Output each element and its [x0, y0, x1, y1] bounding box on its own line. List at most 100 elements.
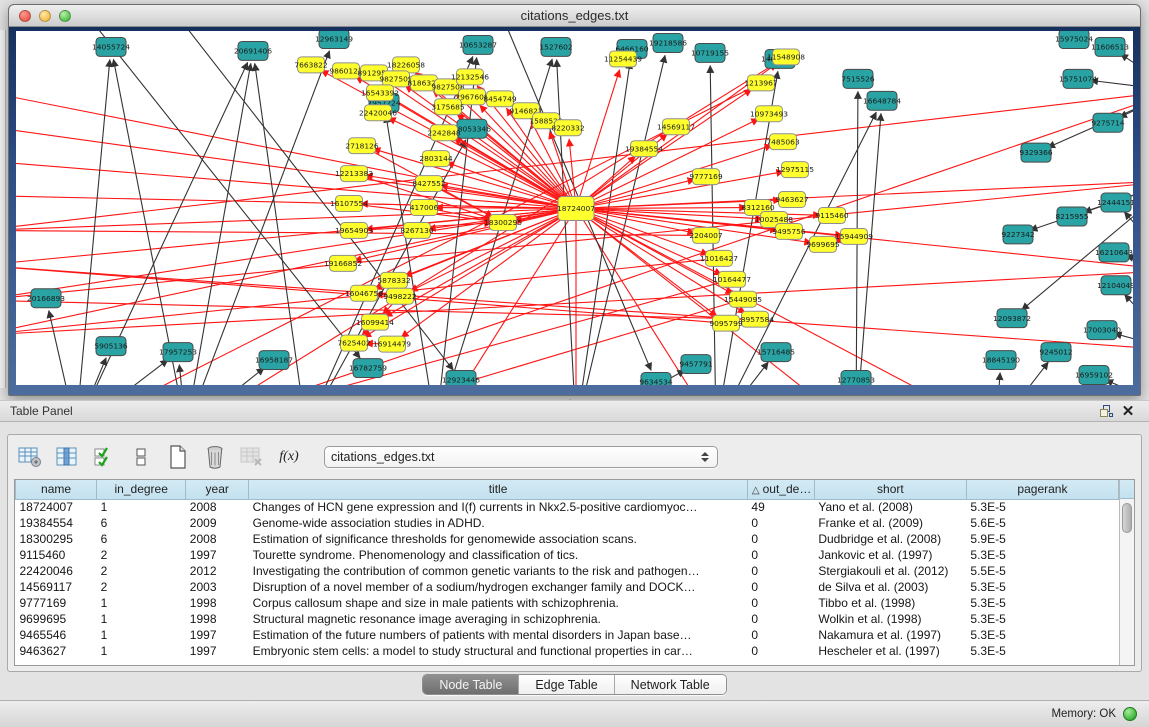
delete-column-button[interactable] — [201, 444, 229, 470]
table-cell[interactable]: 5.5E-5 — [966, 563, 1118, 579]
table-row[interactable]: 946362711997Embryonic stem cells: a mode… — [16, 643, 1119, 659]
table-cell[interactable]: 6 — [97, 515, 186, 531]
table-cell[interactable]: 2012 — [186, 563, 249, 579]
table-cell[interactable]: Tourette syndrome. Phenomenology and cla… — [249, 547, 748, 563]
zoom-window-icon[interactable] — [59, 10, 71, 22]
table-cell[interactable]: 0 — [747, 611, 814, 627]
table-row[interactable]: 946554611997Estimation of the future num… — [16, 627, 1119, 643]
table-cell[interactable]: de Silva et al. (2003) — [814, 579, 966, 595]
table-cell[interactable]: Genome-wide association studies in ADHD. — [249, 515, 748, 531]
table-cell[interactable]: Hescheler et al. (1997) — [814, 643, 966, 659]
table-cell[interactable]: 1997 — [186, 627, 249, 643]
float-panel-button[interactable] — [1095, 402, 1117, 420]
table-cell[interactable]: 1 — [97, 499, 186, 515]
table-cell[interactable]: 2003 — [186, 579, 249, 595]
table-cell[interactable]: Changes of HCN gene expression and I(f) … — [249, 499, 748, 515]
table-cell[interactable]: Franke et al. (2009) — [814, 515, 966, 531]
table-cell[interactable]: 2008 — [186, 531, 249, 547]
table-cell[interactable]: 5.3E-5 — [966, 579, 1118, 595]
delete-table-button[interactable] — [238, 444, 266, 470]
table-cell[interactable]: 5.3E-5 — [966, 627, 1118, 643]
table-cell[interactable]: 49 — [747, 499, 814, 515]
table-cell[interactable]: 5.6E-5 — [966, 515, 1118, 531]
table-cell[interactable]: Wolkin et al. (1998) — [814, 611, 966, 627]
table-cell[interactable]: Yano et al. (2008) — [814, 499, 966, 515]
table-cell[interactable]: Disruption of a novel member of a sodium… — [249, 579, 748, 595]
table-cell[interactable]: Stergiakouli et al. (2012) — [814, 563, 966, 579]
table-cell[interactable]: Jankovic et al. (1997) — [814, 547, 966, 563]
table-cell[interactable]: 9699695 — [16, 611, 97, 627]
table-row[interactable]: 977716911998Corpus callosum shape and si… — [16, 595, 1119, 611]
table-cell[interactable]: 1 — [97, 595, 186, 611]
table-cell[interactable]: 1 — [97, 643, 186, 659]
table-cell[interactable]: 5.9E-5 — [966, 531, 1118, 547]
tab-network-table[interactable]: Network Table — [615, 675, 726, 694]
show-columns-button[interactable] — [53, 444, 81, 470]
table-cell[interactable]: Investigating the contribution of common… — [249, 563, 748, 579]
tab-node-table[interactable]: Node Table — [423, 675, 519, 694]
column-header[interactable]: in_degree — [97, 480, 186, 499]
table-cell[interactable]: 2009 — [186, 515, 249, 531]
table-cell[interactable]: 2 — [97, 579, 186, 595]
window-titlebar[interactable]: citations_edges.txt — [9, 5, 1140, 27]
table-cell[interactable]: 1998 — [186, 595, 249, 611]
table-cell[interactable]: 9463627 — [16, 643, 97, 659]
table-row[interactable]: 1456911722003Disruption of a novel membe… — [16, 579, 1119, 595]
table-row[interactable]: 1938455462009Genome-wide association stu… — [16, 515, 1119, 531]
table-cell[interactable]: 14569117 — [16, 579, 97, 595]
table-cell[interactable]: Structural magnetic resonance image aver… — [249, 611, 748, 627]
close-panel-button[interactable]: ✕ — [1117, 402, 1139, 420]
table-row[interactable]: 911546021997Tourette syndrome. Phenomeno… — [16, 547, 1119, 563]
attribute-table[interactable]: namein_degreeyeartitle△out_de…shortpager… — [15, 480, 1119, 659]
table-selector-dropdown[interactable]: citations_edges.txt — [324, 446, 718, 468]
column-header[interactable]: name — [16, 480, 97, 499]
table-cell[interactable]: 0 — [747, 563, 814, 579]
column-header[interactable]: short — [814, 480, 966, 499]
table-cell[interactable]: 6 — [97, 531, 186, 547]
table-cell[interactable]: 0 — [747, 643, 814, 659]
table-cell[interactable]: Nakamura et al. (1997) — [814, 627, 966, 643]
table-row[interactable]: 969969511998Structural magnetic resonanc… — [16, 611, 1119, 627]
table-row[interactable]: 2242004622012Investigating the contribut… — [16, 563, 1119, 579]
table-cell[interactable]: 2 — [97, 547, 186, 563]
table-cell[interactable]: 18300295 — [16, 531, 97, 547]
column-header[interactable]: year — [186, 480, 249, 499]
network-canvas[interactable]: 1405572420691406129631491065328715276026… — [16, 31, 1133, 385]
minimize-window-icon[interactable] — [39, 10, 51, 22]
table-cell[interactable]: 0 — [747, 627, 814, 643]
table-cell[interactable]: 0 — [747, 595, 814, 611]
scrollbar-thumb[interactable] — [1122, 503, 1132, 533]
table-cell[interactable]: Corpus callosum shape and size in male p… — [249, 595, 748, 611]
table-cell[interactable]: 22420046 — [16, 563, 97, 579]
table-cell[interactable]: 2 — [97, 563, 186, 579]
table-cell[interactable]: Tibbo et al. (1998) — [814, 595, 966, 611]
table-cell[interactable]: 2008 — [186, 499, 249, 515]
table-cell[interactable]: 1997 — [186, 547, 249, 563]
table-cell[interactable]: 0 — [747, 531, 814, 547]
table-cell[interactable]: Embryonic stem cells: a model to study s… — [249, 643, 748, 659]
create-column-button[interactable] — [164, 444, 192, 470]
table-row[interactable]: 1830029562008Estimation of significance … — [16, 531, 1119, 547]
table-cell[interactable]: 9115460 — [16, 547, 97, 563]
select-columns-button[interactable] — [90, 444, 118, 470]
toggle-rows-button[interactable] — [127, 444, 155, 470]
table-cell[interactable]: 0 — [747, 547, 814, 563]
table-cell[interactable]: 18724007 — [16, 499, 97, 515]
table-cell[interactable]: 5.3E-5 — [966, 499, 1118, 515]
column-header[interactable]: pagerank — [966, 480, 1118, 499]
table-cell[interactable]: Estimation of significance thresholds fo… — [249, 531, 748, 547]
table-cell[interactable]: 1 — [97, 627, 186, 643]
table-cell[interactable]: 1997 — [186, 643, 249, 659]
column-header[interactable]: title — [249, 480, 748, 499]
tab-edge-table[interactable]: Edge Table — [519, 675, 614, 694]
table-cell[interactable]: 5.3E-5 — [966, 611, 1118, 627]
vertical-scrollbar[interactable] — [1119, 480, 1134, 665]
table-cell[interactable]: 5.3E-5 — [966, 595, 1118, 611]
table-cell[interactable]: Estimation of the future numbers of pati… — [249, 627, 748, 643]
column-header[interactable]: △out_de… — [747, 480, 814, 499]
table-cell[interactable]: 1998 — [186, 611, 249, 627]
table-cell[interactable]: 5.3E-5 — [966, 547, 1118, 563]
close-window-icon[interactable] — [19, 10, 31, 22]
table-cell[interactable]: Dudbridge et al. (2008) — [814, 531, 966, 547]
function-builder-button[interactable]: f(x) — [275, 444, 303, 470]
